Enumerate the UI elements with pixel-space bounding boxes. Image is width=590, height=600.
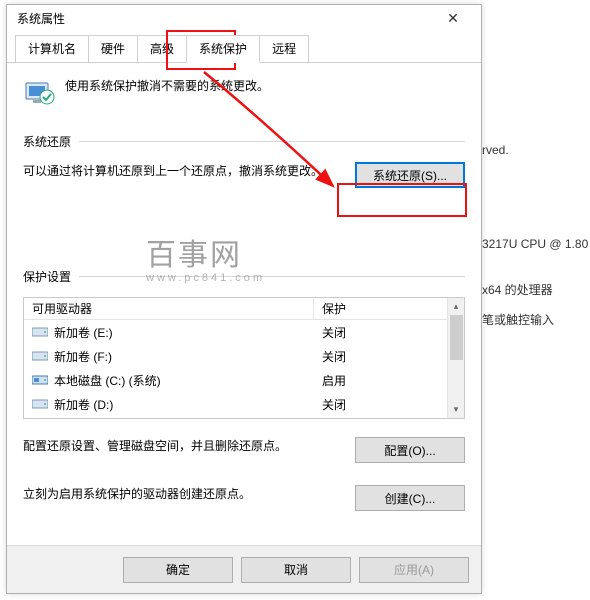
tab-system-protection[interactable]: 系统保护 (186, 35, 260, 63)
section-system-restore: 系统还原 (23, 133, 465, 150)
drive-name: 新加卷 (E:) (54, 324, 113, 341)
tab-content: 使用系统保护撤消不需要的系统更改。 系统还原 可以通过将计算机还原到上一个还原点… (7, 63, 481, 511)
tab-computer-name[interactable]: 计算机名 (15, 35, 89, 62)
drive-icon (32, 374, 48, 386)
tab-strip: 计算机名 硬件 高级 系统保护 远程 (7, 33, 481, 63)
drive-icon (32, 326, 48, 338)
tab-hardware[interactable]: 硬件 (88, 35, 138, 62)
system-properties-dialog: 系统属性 ✕ 计算机名 硬件 高级 系统保护 远程 使用系统保护撤消不需要的系统… (6, 4, 482, 594)
column-protection[interactable]: 保护 (314, 297, 464, 320)
drive-name: 新加卷 (F:) (54, 348, 112, 365)
drive-status: 关闭 (314, 321, 464, 344)
intro-row: 使用系统保护撤消不需要的系统更改。 (23, 77, 465, 109)
system-protection-icon (23, 77, 55, 109)
scroll-down-icon[interactable]: ▾ (448, 401, 464, 418)
tab-advanced[interactable]: 高级 (137, 35, 187, 62)
drive-status: 关闭 (314, 393, 464, 416)
restore-description: 可以通过将计算机还原到上一个还原点，撤消系统更改。 (23, 162, 339, 180)
ok-button[interactable]: 确定 (123, 557, 233, 583)
apply-button[interactable]: 应用(A) (359, 557, 469, 583)
drive-name: 本地磁盘 (C:) (系统) (54, 372, 161, 389)
drive-status: 启用 (314, 369, 464, 392)
dialog-title: 系统属性 (17, 5, 65, 33)
cancel-button[interactable]: 取消 (241, 557, 351, 583)
drive-row[interactable]: 新加卷 (F:) 关闭 (24, 344, 464, 368)
create-button[interactable]: 创建(C)... (355, 485, 465, 511)
drive-name: 新加卷 (D:) (54, 396, 113, 413)
configure-description: 配置还原设置、管理磁盘空间，并且删除还原点。 (23, 437, 339, 455)
dialog-button-row: 确定 取消 应用(A) (7, 545, 481, 593)
configure-button[interactable]: 配置(O)... (355, 437, 465, 463)
titlebar[interactable]: 系统属性 ✕ (7, 5, 481, 33)
drive-list[interactable]: 可用驱动器 保护 新加卷 (E:)关闭新加卷 (F:)关闭本地磁盘 (C:) (… (23, 297, 465, 419)
scrollbar[interactable]: ▴ ▾ (447, 298, 464, 418)
drive-row[interactable]: 新加卷 (E:) 关闭 (24, 320, 464, 344)
tab-remote[interactable]: 远程 (259, 35, 309, 62)
scroll-up-icon[interactable]: ▴ (448, 298, 464, 315)
drive-row[interactable]: 本地磁盘 (C:) (系统) 启用 (24, 368, 464, 392)
section-protection-settings: 保护设置 (23, 268, 465, 285)
close-icon[interactable]: ✕ (431, 9, 475, 29)
drive-icon (32, 398, 48, 410)
drive-icon (32, 350, 48, 362)
intro-text: 使用系统保护撤消不需要的系统更改。 (65, 77, 269, 94)
column-drive[interactable]: 可用驱动器 (24, 297, 314, 320)
scroll-thumb[interactable] (450, 315, 463, 360)
system-restore-button[interactable]: 系统还原(S)... (355, 162, 465, 188)
create-description: 立刻为启用系统保护的驱动器创建还原点。 (23, 485, 339, 503)
drive-status: 关闭 (314, 345, 464, 368)
background-system-info: rved. 3217U CPU @ 1.80 x64 的处理器 笔或触控输入 (482, 0, 582, 332)
drive-row[interactable]: 新加卷 (D:) 关闭 (24, 392, 464, 416)
drive-list-header: 可用驱动器 保护 (24, 298, 464, 320)
